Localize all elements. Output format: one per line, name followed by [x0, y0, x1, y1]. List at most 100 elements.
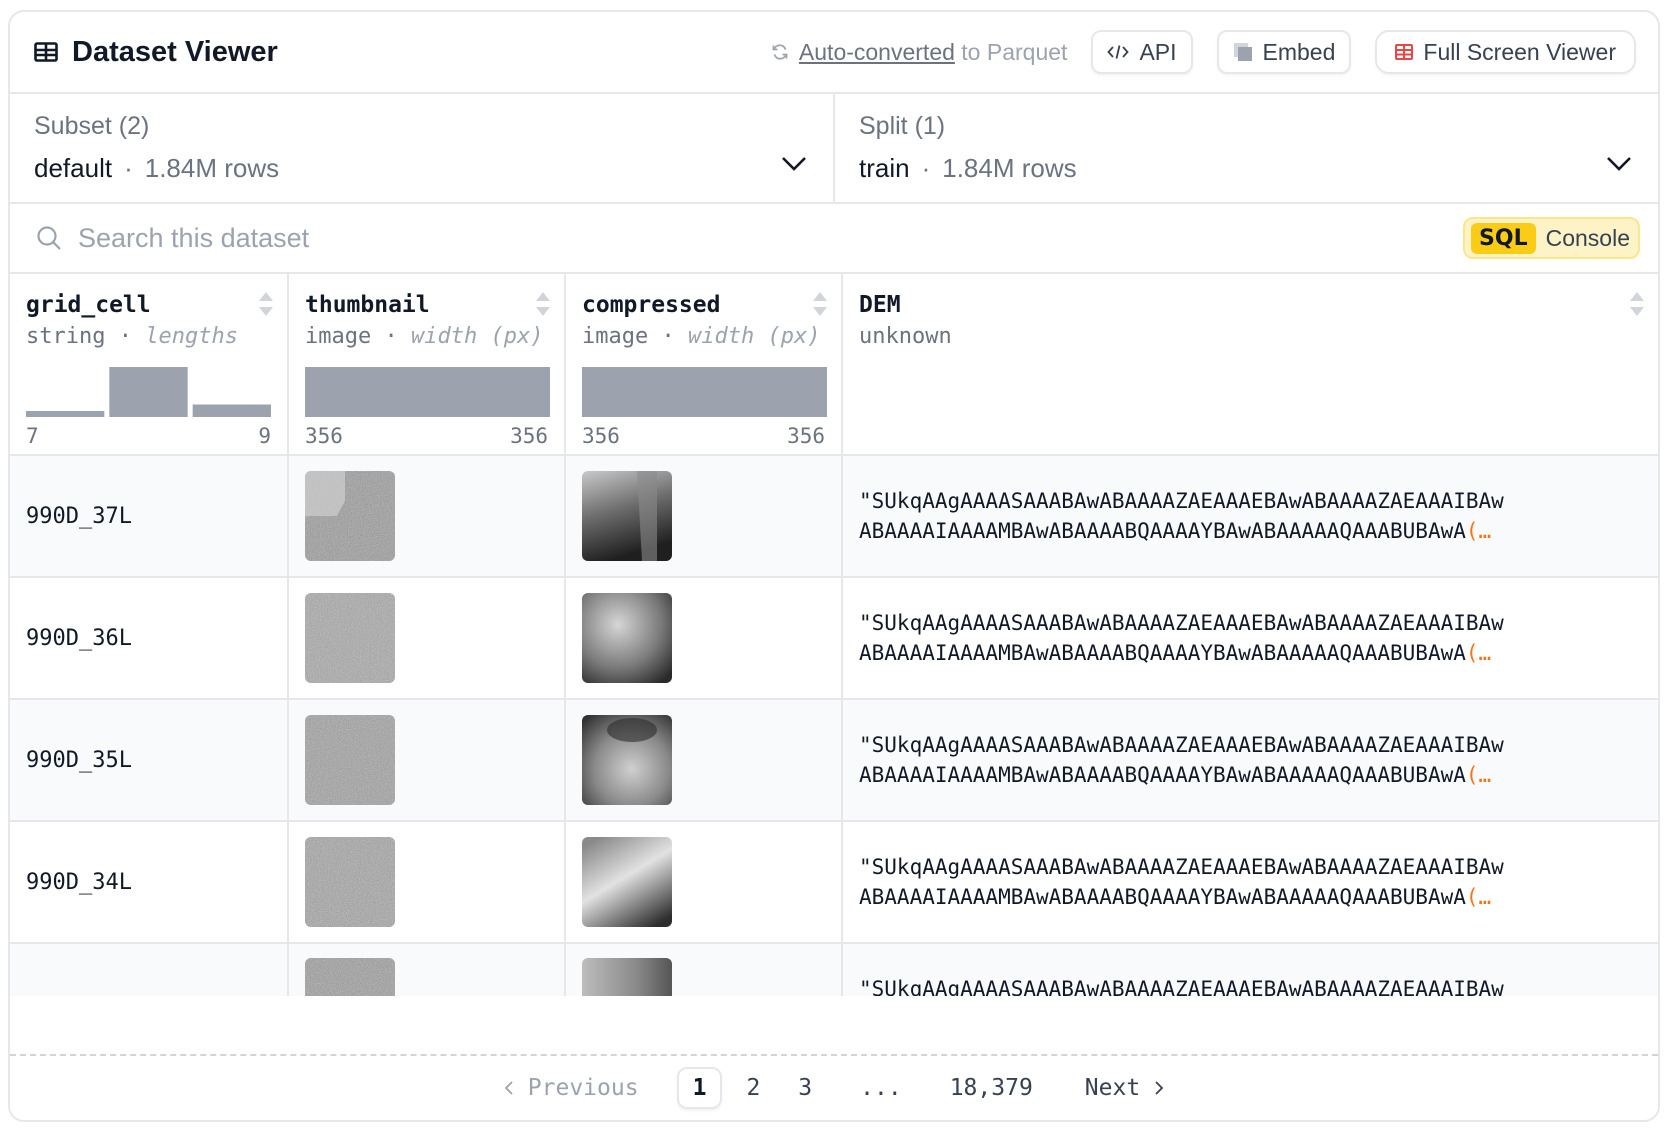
thumbnail-image[interactable] — [305, 593, 395, 683]
dem-line: "SUkqAAgAAAASAAABAwABAAAAZAEAAAEBAwABAAA… — [859, 855, 1504, 879]
histogram[interactable] — [582, 367, 827, 417]
compressed-image[interactable] — [582, 593, 672, 683]
column-header-thumbnail[interactable]: thumbnail image · width (px) 356 356 — [287, 274, 564, 454]
dem-line: "SUkqAAgAAAASAAABAwABAAAAZAEAAAEBAwABAAA… — [859, 489, 1504, 513]
column-header-compressed[interactable]: compressed image · width (px) 356 356 — [564, 274, 841, 454]
page-number-last[interactable]: 18,379 — [936, 1069, 1047, 1107]
grid-cell-value: 990D_36L — [26, 625, 132, 651]
histogram-bar[interactable] — [582, 367, 827, 417]
compressed-image[interactable] — [582, 837, 672, 927]
column-type: unknown — [859, 324, 952, 349]
sort-icon[interactable] — [1628, 290, 1646, 318]
range-min: 356 — [305, 424, 343, 448]
page-number-current[interactable]: 1 — [676, 1067, 723, 1109]
dataset-viewer: Dataset Viewer Auto-converted to Parquet — [8, 10, 1660, 1122]
thumbnail-image[interactable] — [305, 837, 395, 927]
column-stat-kind: width (px) — [410, 324, 544, 349]
separator-dot: · — [124, 153, 133, 183]
range-min: 356 — [582, 424, 620, 448]
dem-line: "SUkqAAgAAAASAAABAwABAAAAZAEAAAEBAwABAAA… — [859, 611, 1504, 635]
histogram-bar[interactable] — [305, 367, 550, 417]
split-value: train — [859, 153, 910, 183]
table-row[interactable]: 990D_37L "SUkqAAgAAAASAAABAwABAAAAZAEAAA… — [10, 456, 1658, 578]
table-row[interactable]: "SUkqAAgAAAASAAABAwABAAAAZAEAAAEBAwABAAA… — [10, 944, 1658, 996]
histogram-bar[interactable] — [109, 367, 188, 417]
histogram-bar[interactable] — [192, 404, 271, 418]
table-row[interactable]: 990D_34L "SUkqAAgAAAASAAABAwABAAAAZAEAAA… — [10, 822, 1658, 944]
dem-line: ABAAAAIAAAAMBAwABAAAABQAAAAYBAwABAAAAAQA… — [859, 641, 1466, 665]
page-number[interactable]: 3 — [784, 1069, 826, 1107]
subset-value: default — [34, 153, 113, 183]
sort-icon[interactable] — [257, 290, 275, 318]
table-header: grid_cell string · lengths 79 thumbnail … — [10, 274, 1658, 456]
split-rows: 1.84M rows — [942, 153, 1077, 183]
sql-badge: SQL — [1471, 222, 1536, 254]
embed-label: Embed — [1262, 38, 1336, 65]
thumbnail-image[interactable] — [305, 958, 395, 996]
expand-ellipsis[interactable]: (… — [1466, 763, 1491, 787]
dem-line: ABAAAAIAAAAMBAwABAAAABQAAAAYBAwABAAAAAQA… — [859, 519, 1466, 543]
grid-cell-value: 990D_37L — [26, 503, 132, 529]
expand-ellipsis[interactable]: (… — [1466, 519, 1491, 543]
api-label: API — [1139, 38, 1177, 65]
search-input[interactable] — [78, 222, 1464, 254]
column-name: compressed — [582, 292, 721, 318]
chevron-down-icon — [782, 157, 806, 171]
compressed-image[interactable] — [582, 958, 672, 996]
api-button[interactable]: API — [1091, 30, 1193, 74]
next-label: Next — [1084, 1075, 1141, 1101]
fullscreen-button[interactable]: Full Screen Viewer — [1375, 30, 1636, 74]
column-name: thumbnail — [305, 292, 430, 318]
embed-button[interactable]: Embed — [1216, 30, 1352, 74]
thumbnail-image[interactable] — [305, 715, 395, 805]
histogram-bar[interactable] — [26, 411, 105, 417]
next-page-button[interactable]: Next — [1071, 1069, 1178, 1107]
pagination: Previous 1 2 3 ... 18,379 Next — [10, 1054, 1658, 1120]
fullscreen-label: Full Screen Viewer — [1423, 38, 1616, 65]
previous-label: Previous — [527, 1075, 639, 1101]
split-dropdown[interactable]: Split (1) train · 1.84M rows — [833, 94, 1658, 202]
embed-icon — [1233, 43, 1252, 61]
dem-line: "SUkqAAgAAAASAAABAwABAAAAZAEAAAEBAwABAAA… — [859, 977, 1504, 996]
dem-line: "SUkqAAgAAAASAAABAwABAAAAZAEAAAEBAwABAAA… — [859, 733, 1504, 757]
expand-ellipsis[interactable]: (… — [1466, 885, 1491, 909]
range-min: 7 — [26, 424, 39, 448]
split-label: Split (1) — [859, 112, 946, 140]
compressed-image[interactable] — [582, 715, 672, 805]
parquet-suffix: to Parquet — [954, 38, 1068, 65]
subset-label: Subset (2) — [34, 112, 150, 140]
data-table: grid_cell string · lengths 79 thumbnail … — [10, 274, 1658, 996]
grid-cell-value: 990D_35L — [26, 747, 132, 773]
chevron-down-icon — [1607, 157, 1631, 171]
search-icon — [37, 226, 61, 250]
range-max: 356 — [510, 424, 548, 448]
expand-ellipsis[interactable]: (… — [1466, 641, 1491, 665]
column-stat-kind: width (px) — [687, 324, 821, 349]
sql-console-label: Console — [1545, 224, 1630, 251]
histogram[interactable] — [305, 367, 550, 417]
sort-icon[interactable] — [534, 290, 552, 318]
page-number[interactable]: 2 — [732, 1069, 774, 1107]
dem-line: ABAAAAIAAAAMBAwABAAAABQAAAAYBAwABAAAAAQA… — [859, 885, 1466, 909]
subset-dropdown[interactable]: Subset (2) default · 1.84M rows — [10, 94, 833, 202]
code-icon — [1107, 45, 1130, 59]
table-row[interactable]: 990D_35L "SUkqAAgAAAASAAABAwABAAAAZAEAAA… — [10, 700, 1658, 822]
compressed-image[interactable] — [582, 471, 672, 561]
range-max: 9 — [258, 424, 271, 448]
previous-page-button[interactable]: Previous — [490, 1069, 653, 1107]
range-max: 356 — [787, 424, 825, 448]
column-type: image — [582, 324, 649, 349]
column-type: string — [26, 324, 106, 349]
viewer-header: Dataset Viewer Auto-converted to Parquet — [10, 12, 1658, 94]
table-red-icon — [1395, 44, 1414, 60]
sort-icon[interactable] — [811, 290, 829, 318]
page-title: Dataset Viewer — [72, 35, 278, 68]
column-header-grid-cell[interactable]: grid_cell string · lengths 79 — [10, 274, 287, 454]
thumbnail-image[interactable] — [305, 471, 395, 561]
parquet-link[interactable]: Auto-converted — [799, 39, 955, 65]
histogram[interactable] — [26, 367, 271, 417]
column-header-dem[interactable]: DEM unknown — [841, 274, 1658, 454]
selectors-bar: Subset (2) default · 1.84M rows Split (1… — [10, 94, 1658, 204]
sql-console-button[interactable]: SQL Console — [1463, 217, 1640, 259]
table-row[interactable]: 990D_36L "SUkqAAgAAAASAAABAwABAAAAZAEAAA… — [10, 578, 1658, 700]
